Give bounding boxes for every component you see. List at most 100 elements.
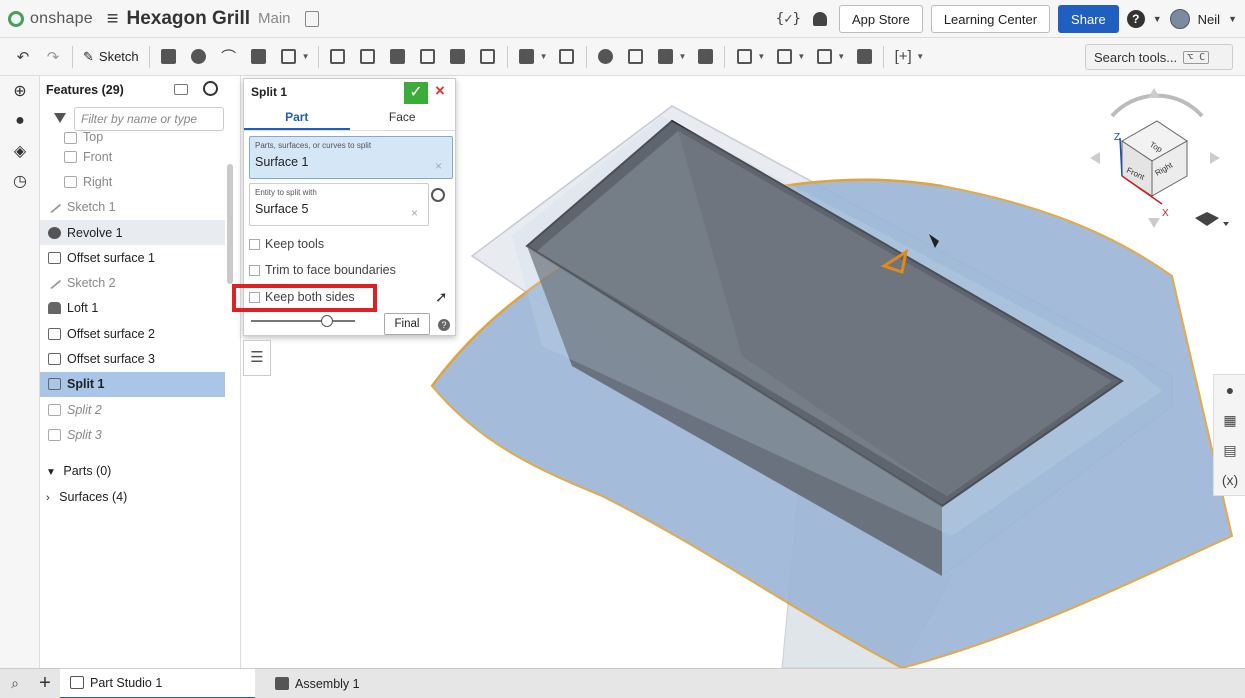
chamfer-icon[interactable] — [357, 46, 379, 68]
view-options-icon[interactable] — [1195, 212, 1219, 226]
insert-feature-icon[interactable]: ⊕ — [0, 76, 40, 106]
sketch-button[interactable]: ✎ Sketch — [83, 49, 139, 65]
pattern-icon[interactable] — [516, 46, 538, 68]
rotate-right-icon[interactable] — [1210, 152, 1220, 164]
document-copy-icon[interactable] — [304, 10, 319, 27]
trim-to-face-checkbox[interactable]: Trim to face boundaries — [249, 263, 396, 277]
history-icon[interactable]: ◷ — [0, 166, 40, 196]
chevron-down-icon[interactable] — [1223, 222, 1229, 226]
view-cube[interactable]: Top Front Right Z X — [1090, 88, 1229, 228]
help-icon[interactable]: ? — [438, 319, 450, 331]
plane-icon[interactable] — [733, 46, 755, 68]
onshape-logo[interactable]: onshape — [8, 10, 93, 28]
list-item[interactable]: Sketch 2 — [40, 270, 225, 295]
list-item[interactable]: Front — [40, 144, 225, 169]
filter-icon[interactable] — [54, 113, 66, 125]
tab-assembly[interactable]: Assembly 1 — [265, 669, 370, 698]
app-store-button[interactable]: App Store — [838, 5, 923, 33]
branch-name[interactable]: Main — [258, 10, 291, 27]
cancel-close-icon[interactable]: × — [435, 81, 445, 101]
redo-icon[interactable]: ↷ — [42, 46, 64, 68]
rollback-timer-icon[interactable] — [203, 81, 218, 96]
chevron-down-icon[interactable]: ▼ — [837, 52, 845, 61]
comments-icon[interactable]: ● — [0, 106, 40, 136]
transform-icon[interactable] — [655, 46, 677, 68]
surface-icon[interactable] — [773, 46, 795, 68]
bill-of-materials-icon[interactable]: ▦ — [1214, 405, 1245, 435]
revolve-icon[interactable] — [188, 46, 210, 68]
notification-bell-icon[interactable] — [812, 12, 827, 26]
extrude-icon[interactable] — [158, 46, 180, 68]
document-title[interactable]: Hexagon Grill — [126, 8, 250, 30]
tab-face[interactable]: Face — [350, 105, 456, 130]
variable-table-icon[interactable]: (x) — [1214, 465, 1245, 495]
zoom-icon[interactable] — [0, 638, 40, 668]
list-item[interactable]: Revolve 1 — [40, 219, 225, 246]
tab-manager-icon[interactable]: ⌕ — [0, 675, 30, 692]
feature-list-toggle-icon[interactable]: ☰ — [243, 340, 271, 376]
list-item-selected[interactable]: Split 1 — [40, 371, 225, 397]
chevron-down-icon[interactable]: ▼ — [1153, 14, 1162, 24]
surfaces-section[interactable]: › Surfaces (4) — [46, 490, 226, 504]
thicken-icon[interactable] — [278, 46, 300, 68]
sheet-metal-icon[interactable] — [813, 46, 835, 68]
appearance-icon[interactable]: ● — [1214, 375, 1245, 405]
user-name[interactable]: Neil — [1198, 12, 1220, 27]
loft-icon[interactable] — [248, 46, 270, 68]
fillet-icon[interactable] — [327, 46, 349, 68]
keep-tools-checkbox[interactable]: Keep tools — [249, 237, 324, 251]
ok-check-icon[interactable]: ✓ — [404, 82, 428, 104]
undo-icon[interactable]: ↶ — [12, 46, 34, 68]
boolean-icon[interactable] — [595, 46, 617, 68]
list-item[interactable]: Top — [40, 130, 225, 144]
search-tools-input[interactable]: Search tools... ⌥ C — [1085, 44, 1233, 70]
mirror-icon[interactable] — [556, 46, 578, 68]
rotate-down-icon[interactable] — [1148, 218, 1160, 228]
chevron-down-icon[interactable]: ▼ — [302, 52, 310, 61]
add-folder-icon[interactable] — [174, 84, 188, 95]
list-item[interactable]: Sketch 1 — [40, 195, 225, 220]
hole-icon[interactable] — [477, 46, 499, 68]
list-item[interactable]: Offset surface 2 — [40, 321, 225, 346]
shell-icon[interactable] — [447, 46, 469, 68]
code-icon[interactable]: {✓} — [776, 11, 801, 27]
final-button[interactable]: Final — [384, 313, 430, 335]
frame-icon[interactable] — [853, 46, 875, 68]
clear-icon[interactable]: × — [411, 206, 418, 220]
flip-direction-icon[interactable]: ➚ — [435, 288, 448, 306]
split-tool-field[interactable]: Entity to split with Surface 5 × — [249, 183, 429, 226]
help-icon[interactable]: ? — [1126, 10, 1145, 28]
split-icon[interactable] — [625, 46, 647, 68]
user-avatar[interactable] — [1169, 9, 1190, 29]
parts-icon[interactable]: ◈ — [0, 136, 40, 166]
rib-icon[interactable] — [417, 46, 439, 68]
draft-icon[interactable] — [387, 46, 409, 68]
slider-handle[interactable] — [321, 315, 333, 327]
custom-table-icon[interactable]: ▤ — [1214, 435, 1245, 465]
chevron-down-icon[interactable]: ▼ — [679, 52, 687, 61]
rollback-slider[interactable] — [251, 315, 355, 327]
add-tab-icon[interactable]: + — [30, 672, 60, 695]
menu-icon[interactable]: ≡ — [107, 9, 119, 29]
checkbox[interactable] — [249, 238, 260, 250]
learning-center-button[interactable]: Learning Center — [930, 5, 1051, 33]
list-item[interactable]: Right — [40, 169, 225, 194]
clear-icon[interactable]: × — [435, 159, 442, 173]
split-target-field[interactable]: Parts, surfaces, or curves to split Surf… — [249, 136, 453, 179]
parts-section[interactable]: ▼ Parts (0) — [46, 464, 226, 478]
chevron-down-icon[interactable]: ▼ — [757, 52, 765, 61]
chevron-down-icon[interactable]: ▼ — [916, 52, 924, 61]
clock-icon[interactable] — [431, 188, 445, 202]
view-cube-rotate-arc[interactable] — [1110, 93, 1204, 118]
sweep-icon[interactable]: ⌒ — [218, 46, 240, 68]
list-item[interactable]: Split 3 — [40, 422, 225, 447]
chevron-down-icon[interactable]: ▼ — [540, 52, 548, 61]
list-item[interactable]: Offset surface 3 — [40, 346, 225, 371]
delete-part-icon[interactable] — [694, 46, 716, 68]
tab-part[interactable]: Part — [244, 105, 350, 130]
chevron-down-icon[interactable]: ▼ — [797, 52, 805, 61]
tab-part-studio[interactable]: Part Studio 1 — [60, 668, 255, 698]
list-item[interactable]: Split 2 — [40, 397, 225, 422]
list-item[interactable]: Offset surface 1 — [40, 245, 225, 270]
feature-list-scrollbar[interactable] — [227, 164, 233, 284]
